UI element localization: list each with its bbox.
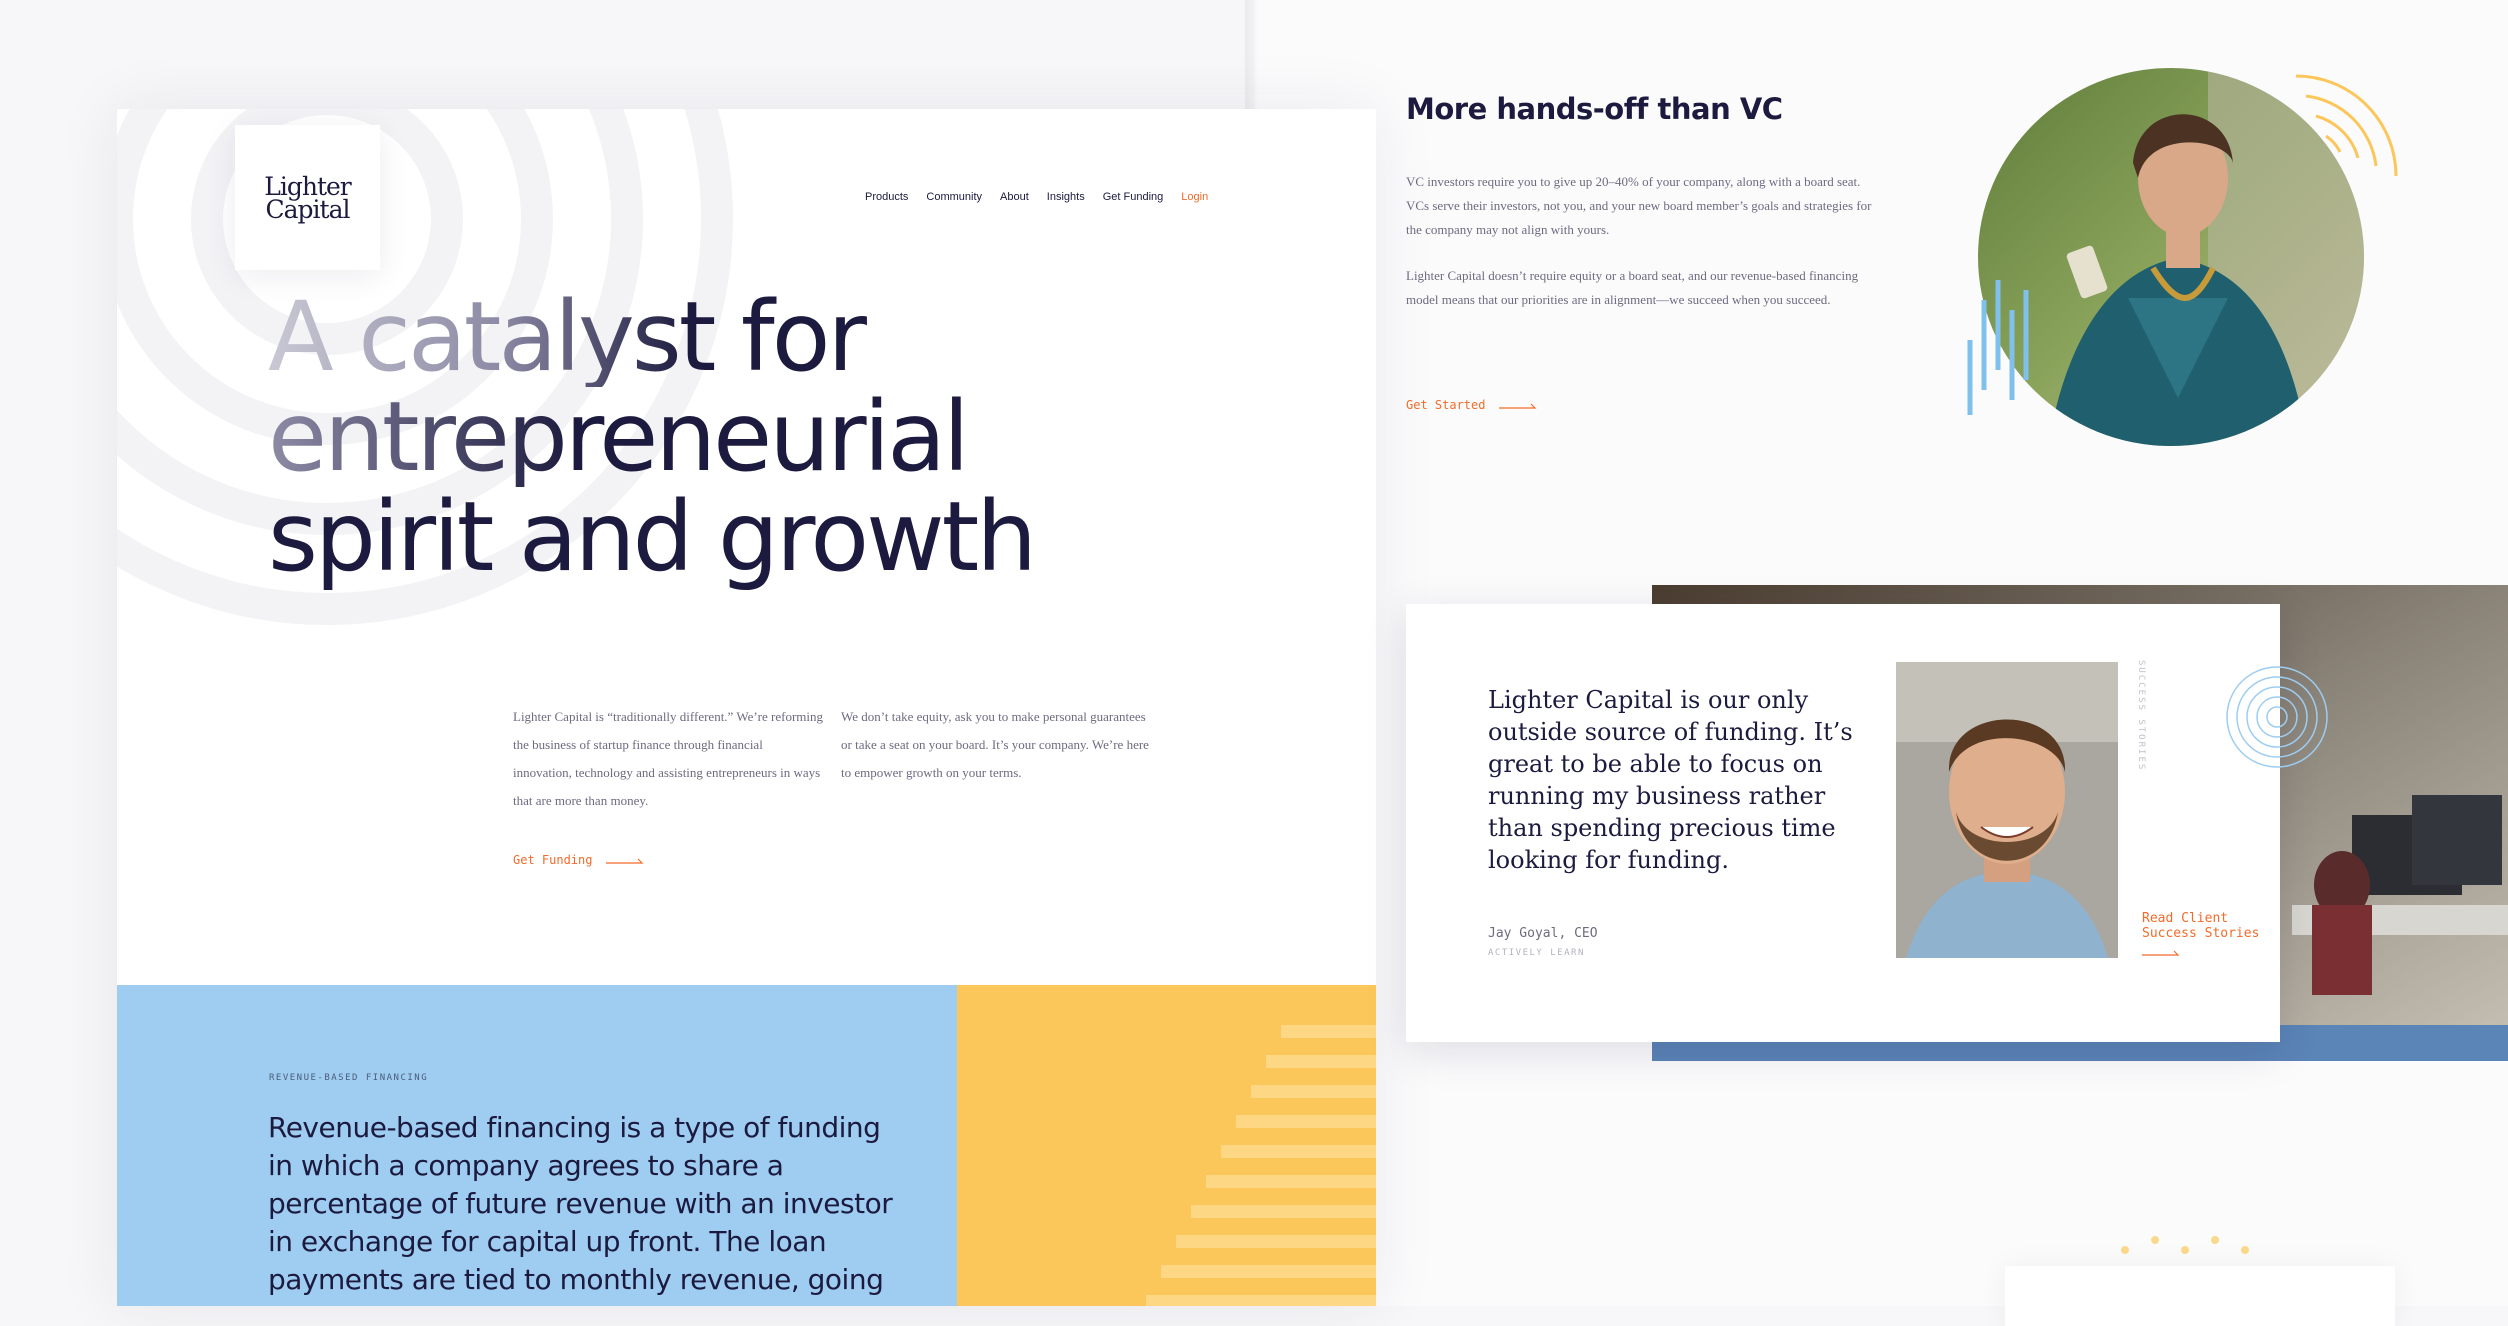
- testimonial-company: ACTIVELY LEARN: [1488, 948, 1585, 958]
- rbf-kicker: REVENUE-BASED FINANCING: [269, 1073, 429, 1083]
- yellow-accent-block: [957, 985, 1376, 1306]
- main-nav: Products Community About Insights Get Fu…: [865, 191, 1208, 203]
- vc-paragraph-1: VC investors require you to give up 20–4…: [1406, 174, 1872, 237]
- intro-column-1: Lighter Capital is “traditionally differ…: [513, 709, 824, 808]
- nav-get-funding[interactable]: Get Funding: [1103, 191, 1164, 203]
- hero-line-2: entrepreneurial: [268, 387, 1034, 487]
- bar-lines-icon: [1967, 280, 2029, 415]
- get-funding-label: Get Funding: [513, 853, 593, 867]
- concentric-rings-icon: [2226, 666, 2328, 768]
- vc-paragraph-2: Lighter Capital doesn’t require equity o…: [1406, 268, 1859, 307]
- success-stories-label: SUCCESS STORIES: [2136, 660, 2146, 772]
- nav-login[interactable]: Login: [1181, 191, 1208, 203]
- nav-insights[interactable]: Insights: [1047, 191, 1085, 203]
- nav-about[interactable]: About: [1000, 191, 1029, 203]
- right-arrow-icon: [606, 858, 644, 864]
- nav-community[interactable]: Community: [926, 191, 982, 203]
- read-success-stories-label: Read Client Success Stories: [2142, 911, 2260, 941]
- logo[interactable]: Lighter Capital: [235, 125, 380, 270]
- get-started-label: Get Started: [1406, 398, 1486, 412]
- concentric-rings-icon: [2295, 74, 2398, 177]
- hero-line-3: spirit and growth: [268, 481, 1037, 593]
- logo-line-2: Capital: [265, 194, 351, 224]
- get-funding-link[interactable]: Get Funding: [513, 853, 646, 867]
- right-arrow-icon: [1499, 403, 1537, 409]
- jay-goyal-photo: [1896, 662, 2118, 958]
- hero-line-1: A catalyst for: [268, 287, 1034, 387]
- testimonial-card: Lighter Capital is our only outside sour…: [1406, 604, 2328, 1042]
- get-started-link[interactable]: Get Started: [1406, 398, 1539, 412]
- homepage-mockup: Lighter Capital Products Community About…: [117, 109, 1376, 1306]
- nav-products[interactable]: Products: [865, 191, 908, 203]
- testimonial-author: Jay Goyal, CEO: [1488, 926, 1598, 941]
- read-success-stories-link[interactable]: Read Client Success Stories: [2142, 911, 2272, 957]
- rbf-description: Revenue-based financing is a type of fun…: [268, 1111, 893, 1296]
- testimonial-quote: Lighter Capital is our only outside sour…: [1488, 686, 1853, 874]
- right-arrow-icon: [2142, 950, 2180, 956]
- hero-heading: A catalyst for entrepreneurial spirit an…: [268, 287, 1037, 593]
- vc-section-title: More hands-off than VC: [1406, 92, 1783, 126]
- intro-column-2: We don’t take equity, ask you to make pe…: [841, 709, 1149, 780]
- partial-card: [2005, 1266, 2395, 1326]
